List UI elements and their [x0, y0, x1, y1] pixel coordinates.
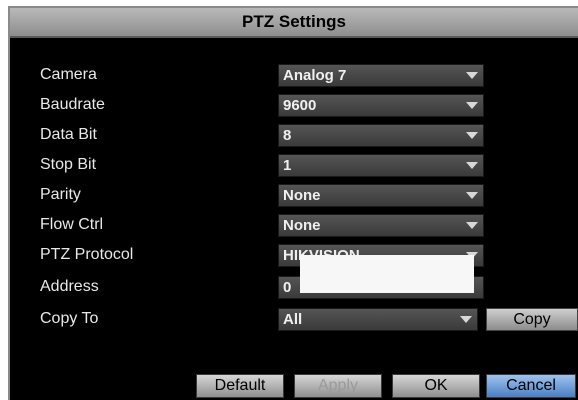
cancel-button[interactable]: Cancel: [486, 374, 576, 398]
parity-row: Parity None: [10, 182, 578, 208]
baudrate-select[interactable]: 9600: [278, 94, 484, 117]
copyto-select[interactable]: All: [278, 308, 478, 331]
copyto-row: Copy To All Copy: [10, 306, 578, 332]
chevron-down-icon[interactable]: [465, 158, 479, 173]
parity-label: Parity: [40, 186, 81, 203]
protocol-row: PTZ Protocol HIKVISION: [10, 242, 578, 268]
default-button[interactable]: Default: [196, 374, 284, 398]
address-label: Address: [40, 278, 99, 295]
flowctrl-select[interactable]: None: [278, 214, 484, 237]
address-value: 0: [283, 279, 292, 296]
chevron-down-icon[interactable]: [465, 218, 479, 233]
parity-select[interactable]: None: [278, 184, 484, 207]
databit-label: Data Bit: [40, 126, 97, 143]
databit-value: 8: [283, 127, 292, 144]
copyto-value: All: [283, 311, 303, 328]
parity-value: None: [283, 187, 321, 204]
stopbit-row: Stop Bit 1: [10, 152, 578, 178]
redaction-patch: [300, 255, 474, 293]
copy-button[interactable]: Copy: [486, 308, 578, 331]
stopbit-select[interactable]: 1: [278, 154, 484, 177]
flowctrl-row: Flow Ctrl None: [10, 212, 578, 238]
address-row: Address 0: [10, 274, 578, 300]
chevron-down-icon[interactable]: [465, 188, 479, 203]
protocol-label: PTZ Protocol: [40, 246, 134, 263]
copyto-label: Copy To: [40, 310, 99, 327]
flowctrl-label: Flow Ctrl: [40, 216, 104, 233]
camera-label: Camera: [40, 66, 97, 83]
ptz-settings-dialog: PTZ Settings Camera Analog 7 Baudrate 96…: [8, 6, 578, 400]
ok-button[interactable]: OK: [392, 374, 480, 398]
chevron-down-icon[interactable]: [465, 98, 479, 113]
baudrate-row: Baudrate 9600: [10, 92, 578, 118]
chevron-down-icon[interactable]: [459, 312, 473, 327]
camera-row: Camera Analog 7: [10, 62, 578, 88]
chevron-down-icon[interactable]: [465, 68, 479, 83]
baudrate-label: Baudrate: [40, 96, 105, 113]
flowctrl-value: None: [283, 217, 321, 234]
databit-row: Data Bit 8: [10, 122, 578, 148]
databit-select[interactable]: 8: [278, 124, 484, 147]
stopbit-label: Stop Bit: [40, 156, 97, 173]
stopbit-value: 1: [283, 157, 292, 174]
dialog-title: PTZ Settings: [10, 8, 578, 38]
chevron-down-icon[interactable]: [465, 128, 479, 143]
camera-value: Analog 7: [283, 67, 347, 84]
camera-select[interactable]: Analog 7: [278, 64, 484, 87]
baudrate-value: 9600: [283, 97, 317, 114]
dialog-footer: Default Apply OK Cancel: [10, 370, 578, 400]
apply-button[interactable]: Apply: [294, 374, 382, 398]
